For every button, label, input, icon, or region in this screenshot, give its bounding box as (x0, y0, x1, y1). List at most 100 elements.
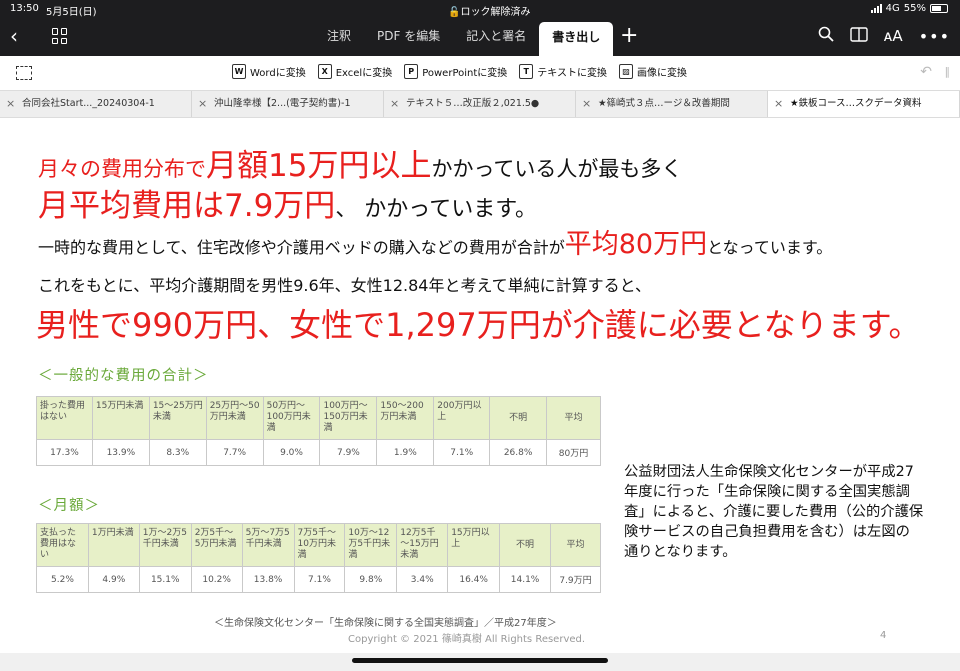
grid-icon[interactable] (52, 28, 68, 44)
value-cell: 9.8% (344, 566, 398, 593)
headline-2a: 月平均費用は7.9万円 (38, 188, 336, 224)
status-right: 4G 55% (870, 3, 948, 14)
value-cell: 13.9% (91, 439, 150, 466)
tab-fill-sign[interactable]: 記入と署名 (453, 20, 539, 56)
powerpoint-icon: P (404, 64, 419, 79)
book-icon[interactable] (849, 26, 868, 46)
doc-tab-label: 沖山隆幸様【2...(電子契約書)-1 (214, 98, 351, 109)
convert-items: W Wordに変換 X Excelに変換 P PowerPointに変換 T テ… (232, 64, 687, 79)
convert-word-label: Wordに変換 (250, 68, 306, 79)
header-cell: 25万円～50万円未満 (205, 396, 264, 440)
document-tabs: × 合同会社Start..._20240304-1 × 沖山隆幸様【2...(電子契… (0, 90, 960, 118)
plus-icon[interactable]: + (620, 23, 638, 48)
text-icon: T (519, 64, 534, 79)
signal-icon (870, 4, 882, 13)
convert-text-button[interactable]: T テキストに変換 (519, 64, 607, 79)
status-date: 5月5日(日) (46, 7, 97, 18)
convert-excel-label: Excelに変換 (335, 68, 393, 79)
value-cell: 80万円 (546, 439, 601, 466)
battery-label: 55% (903, 3, 926, 14)
home-indicator[interactable] (352, 658, 608, 663)
header-cell: 5万～7万5千円未満 (241, 523, 295, 567)
table-row: 17.3% 13.9% 8.3% 7.7% 9.0% 7.9% 1.9% 7.1… (36, 439, 601, 466)
undo-icon[interactable]: ↶ (920, 64, 932, 80)
text-size-icon[interactable]: ᴀA (884, 27, 903, 45)
header-cell: 不明 (489, 396, 548, 440)
doc-tab[interactable]: × 合同会社Start..._20240304-1 (0, 91, 192, 117)
close-icon[interactable]: × (582, 91, 591, 117)
value-cell: 1.9% (376, 439, 435, 466)
header-cell: 100万円～150万円未満 (319, 396, 378, 440)
headline-2b: 、 かかっています。 (335, 197, 538, 222)
convert-powerpoint-label: PowerPointに変換 (422, 68, 508, 79)
search-icon[interactable] (818, 26, 834, 46)
value-cell: 9.0% (262, 439, 321, 466)
doc-tab[interactable]: × 沖山隆幸様【2...(電子契約書)-1 (192, 91, 384, 117)
table-row: 5.2% 4.9% 15.1% 10.2% 13.8% 7.1% 9.8% 3.… (36, 566, 601, 593)
battery-icon (930, 4, 948, 13)
header-cell: 7万5千～10万円未満 (293, 523, 346, 567)
value-cell: 7.9万円 (550, 566, 601, 593)
headline-1a: 月々の費用分布で (38, 157, 206, 181)
app-toolbar: ‹ 注釈 PDF を編集 記入と署名 書き出し + ᴀA ••• (0, 20, 960, 56)
close-icon[interactable]: × (390, 91, 399, 117)
header-cell: 50万円～100万円未満 (262, 396, 321, 440)
close-icon[interactable]: × (774, 91, 783, 117)
value-cell: 7.1% (433, 439, 491, 466)
pdf-page: 月々の費用分布で月額15万円以上かかっている人が最も多く 月平均費用は7.9万円… (0, 118, 960, 653)
header-cell: 15万円以上 (447, 523, 501, 567)
monthly-cost-table: 支払った費用はない 1万円未満 1万～2万5千円未満 2万5千～5万円未満 5万… (36, 523, 601, 593)
value-cell: 17.3% (36, 439, 93, 466)
value-cell: 4.9% (87, 566, 140, 593)
doc-tab-label: 合同会社Start..._20240304-1 (22, 98, 155, 109)
tab-edit-pdf[interactable]: PDF を編集 (364, 20, 453, 56)
header-cell: 15万円未満 (91, 396, 150, 440)
table2-title: ＜月額＞ (38, 498, 100, 514)
pause-icon[interactable]: ‖ (945, 65, 951, 78)
convert-excel-button[interactable]: X Excelに変換 (317, 64, 393, 79)
table-header-row: 支払った費用はない 1万円未満 1万～2万5千円未満 2万5千～5万円未満 5万… (36, 523, 601, 567)
lock-label: ロック解除済み (460, 7, 531, 18)
header-cell: 12万5千～15万円未満 (396, 523, 449, 567)
doc-tab-active[interactable]: × ★鉄板コース…スクデータ資料 (768, 91, 960, 117)
header-cell: 200万円以上 (433, 396, 491, 440)
header-cell: 15～25万円未満 (148, 396, 207, 440)
excel-icon: X (317, 64, 332, 79)
more-icon[interactable]: ••• (919, 27, 950, 46)
close-icon[interactable]: × (198, 91, 207, 117)
word-icon: W (232, 64, 246, 79)
convert-powerpoint-button[interactable]: P PowerPointに変換 (404, 64, 507, 79)
tab-export[interactable]: 書き出し (539, 22, 614, 56)
page-number: 4 (880, 630, 887, 641)
value-cell: 5.2% (36, 566, 89, 593)
selection-icon[interactable] (16, 66, 32, 80)
convert-image-button[interactable]: ▨ 画像に変換 (618, 64, 687, 79)
body-line-3: 一時的な費用として、住宅改修や介護用ベッドの購入などの費用が合計が平均80万円と… (38, 222, 832, 261)
doc-tab-label: テキスト５…改正版２,021.5● (406, 98, 540, 109)
body-3c: となっています。 (707, 238, 833, 257)
value-cell: 7.9% (319, 439, 378, 466)
top-bar: 13:50 5月5日(日) 🔓ロック解除済み 4G 55% ‹ 注釈 PDF を… (0, 0, 960, 56)
source-citation: ＜生命保険文化センター「生命保険に関する全国実態調査」／平成27年度＞ (214, 618, 557, 629)
status-time: 13:50 (10, 3, 39, 14)
header-cell: 平均 (546, 396, 601, 440)
header-cell: 2万5千～5万円未満 (190, 523, 243, 567)
network-label: 4G (885, 3, 900, 14)
lock-status: 🔓ロック解除済み (448, 7, 531, 18)
body-3a: 一時的な費用として、住宅改修や介護用ベッドの購入などの費用が合計が (38, 238, 565, 257)
close-icon[interactable]: × (6, 91, 15, 117)
doc-tab[interactable]: × ★篠崎式３点…ージ＆改善期間 (576, 91, 768, 117)
back-icon[interactable]: ‹ (10, 24, 18, 48)
value-cell: 3.4% (396, 566, 449, 593)
headline-1b: 月額15万円以上 (206, 148, 432, 184)
value-cell: 13.8% (241, 566, 295, 593)
header-cell: 掛った費用はない (36, 396, 93, 440)
total-cost-table: 掛った費用はない 15万円未満 15～25万円未満 25万円～50万円未満 50… (36, 396, 601, 466)
doc-tab[interactable]: × テキスト５…改正版２,021.5● (384, 91, 576, 117)
value-cell: 15.1% (138, 566, 192, 593)
value-cell: 16.4% (447, 566, 501, 593)
status-bar: 13:50 5月5日(日) 🔓ロック解除済み 4G 55% (0, 0, 960, 18)
convert-word-button[interactable]: W Wordに変換 (232, 64, 306, 79)
headline-line-1: 月々の費用分布で月額15万円以上かかっている人が最も多く (38, 140, 682, 185)
tab-annotate[interactable]: 注釈 (314, 20, 364, 56)
